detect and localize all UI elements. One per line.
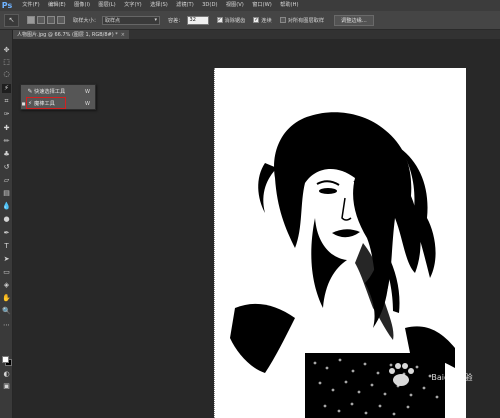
- crop-tool-icon[interactable]: ⌗: [2, 97, 11, 106]
- close-icon[interactable]: ×: [121, 32, 125, 38]
- document-tab[interactable]: 人物图片.jpg @ 66.7% (图层 1, RGB/8#) * ×: [13, 30, 129, 39]
- type-tool-icon[interactable]: T: [2, 242, 11, 251]
- path-selection-tool-icon[interactable]: ➤: [2, 255, 11, 264]
- history-brush-tool-icon[interactable]: ↺: [2, 163, 11, 172]
- more-tools-icon[interactable]: ⋯: [2, 321, 11, 330]
- tools-panel: ✥ ⬚ ◌ ⚡ ⌗ ✑ ✚ ✏ ♣ ↺ ▱ ▤ 💧 ● ✒ T ➤ ▭ ◈ ✋ …: [0, 30, 13, 418]
- magic-wand-tool-icon[interactable]: ⚡: [2, 84, 11, 93]
- clone-stamp-tool-icon[interactable]: ♣: [2, 150, 11, 159]
- refine-edge-button[interactable]: 调整边缘...: [334, 14, 374, 26]
- selection-mode-group: [27, 16, 65, 24]
- flyout-item-label: 快速选择工具: [34, 89, 66, 95]
- document-tab-bar: 人物图片.jpg @ 66.7% (图层 1, RGB/8#) * ×: [13, 30, 500, 39]
- menu-layer[interactable]: 图层(L): [94, 0, 120, 11]
- sample-size-label: 取样大小：: [73, 17, 99, 24]
- checkmark-icon: ✓: [253, 17, 260, 23]
- 3d-tool-icon[interactable]: ◈: [2, 281, 11, 290]
- zoom-tool-icon[interactable]: 🔍: [2, 307, 11, 316]
- brush-tool-icon[interactable]: ✏: [2, 137, 11, 146]
- unchecked-box-icon: [279, 17, 286, 23]
- menu-image[interactable]: 图像(I): [70, 0, 94, 11]
- move-tool-icon[interactable]: ✥: [2, 46, 11, 55]
- selection-tool-flyout: ✎ 快速选择工具 W ■ ⚡ 魔棒工具 W: [20, 84, 96, 110]
- tolerance-input[interactable]: 32: [186, 15, 209, 25]
- quick-mask-icon[interactable]: ◐: [2, 370, 11, 379]
- contiguous-label: 连续: [261, 17, 272, 24]
- menu-3d[interactable]: 3D(D): [198, 0, 222, 11]
- checkmark-icon: ✓: [216, 17, 223, 23]
- sample-size-select[interactable]: 取样点 ▾: [101, 15, 160, 25]
- hand-tool-icon[interactable]: ✋: [2, 294, 11, 303]
- antialias-checkbox[interactable]: ✓ 消除锯齿: [216, 17, 246, 24]
- photoshop-logo[interactable]: Ps: [0, 0, 14, 11]
- menu-window[interactable]: 窗口(W): [248, 0, 276, 11]
- subtract-selection-button[interactable]: [47, 16, 55, 24]
- dodge-tool-icon[interactable]: ●: [2, 215, 11, 224]
- menu-file[interactable]: 文件(F): [18, 0, 44, 11]
- quick-selection-icon: ✎: [27, 88, 33, 95]
- gradient-tool-icon[interactable]: ▤: [2, 189, 11, 198]
- magic-wand-icon: ↖: [8, 16, 15, 24]
- contiguous-checkbox[interactable]: ✓ 连续: [253, 17, 272, 24]
- flyout-item-shortcut: W: [85, 100, 90, 107]
- intersect-selection-button[interactable]: [57, 16, 65, 24]
- foreground-color-swatch[interactable]: [2, 356, 9, 363]
- sample-all-layers-label: 对所有图层取样: [287, 17, 325, 24]
- menu-help[interactable]: 帮助(H): [276, 0, 303, 11]
- flyout-item-quick-selection[interactable]: ✎ 快速选择工具 W: [21, 86, 97, 97]
- menu-bar: Ps 文件(F) 编辑(E) 图像(I) 图层(L) 文字(Y) 选择(S) 滤…: [0, 0, 500, 11]
- document-tab-label: 人物图片.jpg @ 66.7% (图层 1, RGB/8#) *: [17, 32, 118, 38]
- baidu-watermark: Baidu 经验: [378, 362, 496, 392]
- menu-edit[interactable]: 编辑(E): [44, 0, 70, 11]
- options-bar: ↖ 取样大小： 取样点 ▾ 容差： 32 ✓ 消除锯齿 ✓ 连续 对所有图层取样…: [0, 11, 500, 30]
- tolerance-label: 容差：: [167, 17, 184, 24]
- sample-all-layers-checkbox[interactable]: 对所有图层取样: [279, 17, 325, 24]
- healing-brush-tool-icon[interactable]: ✚: [2, 124, 11, 133]
- new-selection-button[interactable]: [27, 16, 35, 24]
- chevron-down-icon: ▾: [154, 17, 157, 23]
- red-highlight-box: [26, 97, 66, 109]
- watermark-text: Baidu 经验: [431, 372, 473, 382]
- antialias-label: 消除锯齿: [224, 17, 246, 24]
- lasso-tool-icon[interactable]: ◌: [2, 70, 11, 79]
- marquee-tool-icon[interactable]: ⬚: [2, 58, 11, 67]
- add-to-selection-button[interactable]: [37, 16, 45, 24]
- screen-mode-icon[interactable]: ▣: [2, 382, 11, 391]
- menu-type[interactable]: 文字(Y): [120, 0, 146, 11]
- pen-tool-icon[interactable]: ✒: [2, 229, 11, 238]
- menu-view[interactable]: 视图(V): [222, 0, 248, 11]
- sample-size-value: 取样点: [104, 17, 120, 24]
- menu-items: 文件(F) 编辑(E) 图像(I) 图层(L) 文字(Y) 选择(S) 滤镜(T…: [18, 0, 303, 11]
- menu-select[interactable]: 选择(S): [146, 0, 172, 11]
- shape-tool-icon[interactable]: ▭: [2, 268, 11, 277]
- flyout-item-shortcut: W: [85, 88, 90, 95]
- tool-preset-picker[interactable]: ↖: [4, 13, 19, 27]
- menu-filter[interactable]: 滤镜(T): [172, 0, 198, 11]
- eraser-tool-icon[interactable]: ▱: [2, 176, 11, 185]
- blur-tool-icon[interactable]: 💧: [2, 202, 11, 211]
- eyedropper-tool-icon[interactable]: ✑: [2, 110, 11, 119]
